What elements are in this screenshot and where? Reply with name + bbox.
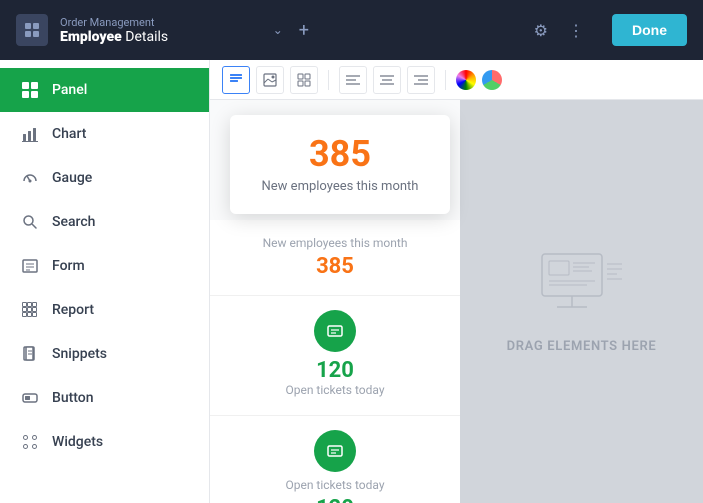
app-icon xyxy=(16,14,48,46)
sidebar-label-widgets: Widgets xyxy=(52,434,103,450)
title-regular: Details xyxy=(122,29,168,45)
widget-row-tickets-1: 120 Open tickets today xyxy=(210,296,460,416)
widget-tickets-label-1: Open tickets today xyxy=(224,383,446,397)
report-icon xyxy=(20,300,40,320)
widget-tickets-number-2: 120 xyxy=(224,496,446,503)
drag-zone: DRAG ELEMENTS HERE xyxy=(460,100,703,503)
done-button[interactable]: Done xyxy=(612,14,687,46)
chart-icon xyxy=(20,124,40,144)
toolbar-text-btn[interactable] xyxy=(222,66,250,94)
sidebar-item-report[interactable]: Report xyxy=(0,288,209,332)
toolbar-align-left-btn[interactable] xyxy=(339,66,367,94)
title-bold: Employee xyxy=(60,29,122,45)
popup-label: New employees this month xyxy=(250,179,430,194)
drag-zone-label: DRAG ELEMENTS HERE xyxy=(507,339,657,354)
sidebar-item-widgets[interactable]: Widgets xyxy=(0,420,209,464)
popup-number: 385 xyxy=(250,135,430,175)
button-icon xyxy=(20,388,40,408)
canvas-area: 385 New employees this month New employe… xyxy=(210,60,703,503)
sidebar-label-search: Search xyxy=(52,214,95,230)
toolbar-align-center-btn[interactable] xyxy=(373,66,401,94)
sidebar-label-chart: Chart xyxy=(52,126,86,142)
widget-row-employees-value: 385 xyxy=(226,254,444,279)
canvas-toolbar xyxy=(210,60,703,100)
widget-tickets-number-1: 120 xyxy=(224,358,446,383)
header-subtitle: Order Management xyxy=(60,16,261,29)
settings-icon[interactable]: ⚙ xyxy=(534,21,548,40)
sidebar-label-button: Button xyxy=(52,390,94,406)
widget-tickets-label-2: Open tickets today xyxy=(224,478,446,492)
more-options-icon[interactable]: ⋮ xyxy=(568,21,584,40)
header-title-group: Order Management Employee Details xyxy=(60,16,261,45)
form-icon xyxy=(20,256,40,276)
widgets-icon xyxy=(20,432,40,452)
chevron-down-icon[interactable]: ⌄ xyxy=(273,23,283,37)
widget-row-employees: New employees this month 385 xyxy=(210,220,460,296)
sidebar-item-search[interactable]: Search xyxy=(0,200,209,244)
add-tab-icon[interactable]: + xyxy=(299,20,309,41)
snippets-icon xyxy=(20,344,40,364)
main-layout: Panel Chart Gauge xyxy=(0,60,703,503)
gauge-icon xyxy=(20,168,40,188)
toolbar-align-right-btn[interactable] xyxy=(407,66,435,94)
sidebar-label-report: Report xyxy=(52,302,94,318)
search-icon xyxy=(20,212,40,232)
sidebar-item-button[interactable]: Button xyxy=(0,376,209,420)
toolbar-image-btn[interactable] xyxy=(256,66,284,94)
panel-icon xyxy=(20,80,40,100)
popup-card: 385 New employees this month xyxy=(230,115,450,214)
sidebar-item-panel[interactable]: Panel xyxy=(0,68,209,112)
header-main-title: Employee Details xyxy=(60,29,261,45)
toolbar-divider-2 xyxy=(445,70,446,90)
ticket-circle-icon-1 xyxy=(314,310,356,352)
sidebar-label-gauge: Gauge xyxy=(52,170,92,186)
theme-picker-icon[interactable] xyxy=(482,70,502,90)
toolbar-divider-1 xyxy=(328,70,329,90)
sidebar-item-snippets[interactable]: Snippets xyxy=(0,332,209,376)
toolbar-grid-btn[interactable] xyxy=(290,66,318,94)
header: Order Management Employee Details ⌄ + ⚙ … xyxy=(0,0,703,60)
color-picker-icon[interactable] xyxy=(456,70,476,90)
drag-illustration xyxy=(537,249,627,323)
sidebar-label-snippets: Snippets xyxy=(52,346,107,362)
widget-row-tickets-2: Open tickets today 120 xyxy=(210,416,460,503)
sidebar-item-chart[interactable]: Chart xyxy=(0,112,209,156)
sidebar: Panel Chart Gauge xyxy=(0,60,210,503)
sidebar-item-gauge[interactable]: Gauge xyxy=(0,156,209,200)
sidebar-label-panel: Panel xyxy=(52,82,87,98)
widget-row-employees-label: New employees this month xyxy=(226,236,444,250)
sidebar-label-form: Form xyxy=(52,258,85,274)
ticket-circle-icon-2 xyxy=(314,430,356,472)
sidebar-item-form[interactable]: Form xyxy=(0,244,209,288)
